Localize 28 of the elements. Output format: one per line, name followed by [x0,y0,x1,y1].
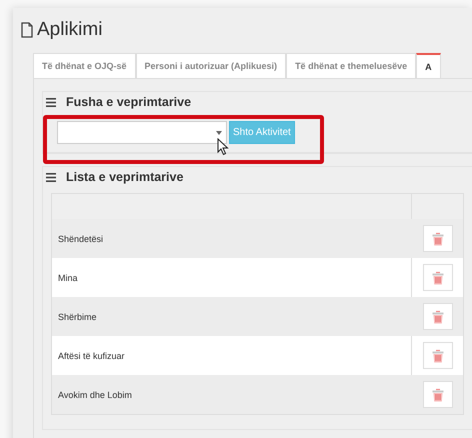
tab[interactable]: Të dhënat e themeluesëve [286,53,416,78]
section-title: Fusha e veprimtarive [66,95,192,109]
tab[interactable]: Të dhënat e OJQ-së [33,53,136,78]
menu-icon [46,98,56,106]
trash-icon [432,270,444,284]
table-cell-text: Mina [57,272,79,282]
delete-button[interactable] [422,264,452,291]
caret-icon [216,130,222,134]
tab[interactable]: Personi i autorizuar (Aplikuesi) [136,53,286,78]
cursor-icon [217,138,229,156]
trash-icon [432,348,444,362]
menu-icon [46,172,56,182]
delete-button[interactable] [422,381,452,408]
document-icon [21,22,33,38]
section-title: Lista e veprimtarive [66,170,184,184]
delete-button[interactable] [422,303,452,330]
trash-icon [432,310,444,324]
table-cell-text: Shërbime [57,312,98,322]
table-cell-text: Aftësi të kufizuar [57,350,126,360]
delete-button[interactable] [422,342,452,369]
page-title: Aplikimi [37,19,102,41]
trash-icon [432,232,444,246]
table-cell-text: Shëndetësi [57,234,104,244]
add-activity-button[interactable]: Shto Aktivitet [229,121,295,144]
trash-icon [432,388,444,402]
tab[interactable]: A [416,53,441,78]
table-cell-text: Avokim dhe Lobim [57,390,133,400]
delete-button[interactable] [422,225,452,252]
